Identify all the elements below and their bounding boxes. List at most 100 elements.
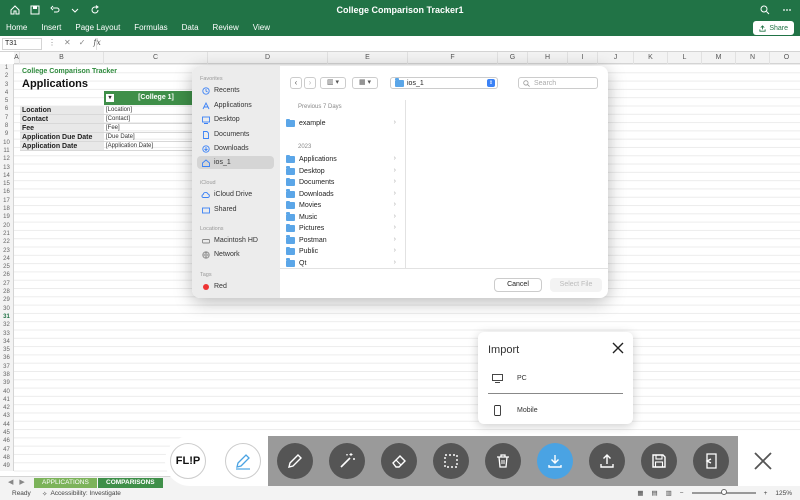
location-select[interactable]: ios_1 ⇕	[390, 77, 498, 89]
close-toolbar-icon[interactable]	[751, 449, 775, 473]
row-header[interactable]: 49	[0, 462, 13, 470]
row-header[interactable]: 43	[0, 412, 13, 420]
row-header[interactable]: 8	[0, 122, 13, 130]
forward-button[interactable]: ›	[304, 77, 316, 89]
cancel-button[interactable]: Cancel	[494, 278, 542, 292]
sidebar-item-applications[interactable]: Applications	[197, 99, 274, 112]
tab-page-layout[interactable]: Page Layout	[75, 23, 120, 32]
row-header[interactable]: 3	[0, 81, 13, 89]
row-header[interactable]: 31	[0, 313, 13, 321]
save-button[interactable]	[641, 443, 677, 479]
row-header[interactable]: 6	[0, 105, 13, 113]
row-header[interactable]: 1	[0, 64, 13, 72]
sidebar-item-documents[interactable]: Documents	[197, 128, 274, 141]
grid-view-button[interactable]: ▦ ▾	[352, 77, 378, 89]
sidebar-item-recents[interactable]: Recents	[197, 84, 274, 97]
column-header[interactable]: L	[668, 52, 702, 64]
formula-input[interactable]	[96, 38, 796, 50]
search-input[interactable]: Search	[518, 77, 598, 89]
row-header[interactable]: 36	[0, 354, 13, 362]
folder-row-desktop[interactable]: Desktop ›	[286, 166, 400, 177]
folder-row-music[interactable]: Music ›	[286, 212, 400, 223]
row-header[interactable]: 47	[0, 446, 13, 454]
cancel-icon[interactable]: ✕	[64, 38, 71, 47]
row-header[interactable]: 48	[0, 454, 13, 462]
page-break-icon[interactable]: ▥	[666, 489, 672, 497]
zoom-slider[interactable]	[691, 489, 756, 495]
import-option-pc[interactable]: PC	[492, 371, 527, 385]
column-header[interactable]: H	[528, 52, 568, 64]
row-header[interactable]: 37	[0, 363, 13, 371]
row-header[interactable]: 9	[0, 130, 13, 138]
row-header[interactable]: 33	[0, 330, 13, 338]
zoom-slider-knob[interactable]	[720, 489, 727, 495]
row-header[interactable]: 46	[0, 437, 13, 445]
folder-row-example[interactable]: example ›	[286, 118, 400, 129]
import-option-mobile[interactable]: Mobile	[492, 403, 538, 417]
field-row[interactable]: Location [Location]	[20, 106, 208, 115]
sheet-tab-comparisons[interactable]: COMPARISONS	[98, 478, 163, 488]
row-header[interactable]: 18	[0, 205, 13, 213]
row-header[interactable]: 35	[0, 346, 13, 354]
row-header[interactable]: 26	[0, 271, 13, 279]
row-header[interactable]: 34	[0, 338, 13, 346]
column-header[interactable]: I	[568, 52, 598, 64]
row-header[interactable]: 16	[0, 188, 13, 196]
tab-insert[interactable]: Insert	[41, 23, 61, 32]
delete-button[interactable]	[485, 443, 521, 479]
more-icon[interactable]	[780, 3, 794, 17]
exit-button[interactable]	[693, 443, 729, 479]
export-button[interactable]	[589, 443, 625, 479]
column-view-button[interactable]: ▥ ▾	[320, 77, 346, 89]
sidebar-item-icloud-drive[interactable]: iCloud Drive	[197, 188, 274, 201]
folder-row-qt[interactable]: Qt ›	[286, 258, 400, 269]
back-button[interactable]: ‹	[290, 77, 302, 89]
row-header[interactable]: 24	[0, 255, 13, 263]
column-header[interactable]: B	[20, 52, 104, 64]
folder-row-pictures[interactable]: Pictures ›	[286, 223, 400, 234]
column-header[interactable]: O	[770, 52, 800, 64]
column-header[interactable]: K	[634, 52, 668, 64]
column-header[interactable]: N	[736, 52, 770, 64]
import-button[interactable]	[537, 443, 573, 479]
folder-row-postman[interactable]: Postman ›	[286, 235, 400, 246]
row-header[interactable]: 2	[0, 72, 13, 80]
folder-row-applications[interactable]: Applications ›	[286, 154, 400, 165]
sidebar-item-desktop[interactable]: Desktop	[197, 113, 274, 126]
sidebar-item-ios-1[interactable]: ios_1	[197, 156, 274, 169]
column-header[interactable]: E	[328, 52, 408, 64]
row-header[interactable]: 19	[0, 213, 13, 221]
sidebar-item-macintosh-hd[interactable]: Macintosh HD	[197, 234, 274, 247]
tab-formulas[interactable]: Formulas	[134, 23, 167, 32]
sidebar-item-network[interactable]: Network	[197, 248, 274, 261]
row-header[interactable]: 29	[0, 296, 13, 304]
folder-row-public[interactable]: Public ›	[286, 246, 400, 257]
row-header[interactable]: 4	[0, 89, 13, 97]
row-header[interactable]: 38	[0, 371, 13, 379]
confirm-icon[interactable]: ✓	[79, 38, 86, 47]
row-header[interactable]: 15	[0, 180, 13, 188]
row-header[interactable]: 45	[0, 429, 13, 437]
filter-dropdown-icon[interactable]: ▾	[106, 94, 114, 102]
column-header[interactable]: F	[408, 52, 498, 64]
column-header[interactable]: C	[104, 52, 208, 64]
row-header[interactable]: 13	[0, 164, 13, 172]
row-header[interactable]: 27	[0, 280, 13, 288]
search-icon[interactable]	[758, 3, 772, 17]
sheet-subtitle[interactable]: Applications	[22, 78, 88, 90]
select-area-button[interactable]	[433, 443, 469, 479]
zoom-in-icon[interactable]: +	[764, 490, 768, 497]
row-header[interactable]: 7	[0, 114, 13, 122]
select-file-button[interactable]: Select File	[550, 278, 602, 292]
row-header[interactable]: 42	[0, 404, 13, 412]
row-header[interactable]: 20	[0, 222, 13, 230]
row-header[interactable]: 23	[0, 247, 13, 255]
more-options-icon[interactable]: ⋮	[48, 38, 56, 47]
annotate-button[interactable]	[225, 443, 261, 479]
row-header[interactable]: 22	[0, 238, 13, 246]
row-header[interactable]: 25	[0, 263, 13, 271]
row-header[interactable]: 41	[0, 396, 13, 404]
row-header[interactable]: 30	[0, 305, 13, 313]
column-header[interactable]: J	[598, 52, 634, 64]
accessibility-status[interactable]: ✧ Accessibility: Investigate	[42, 490, 121, 498]
